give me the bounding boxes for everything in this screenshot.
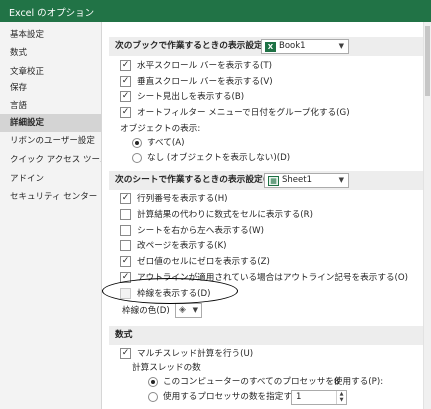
checkbox-checked-icon[interactable]: ✓ [120,256,131,267]
scrollbar-thumb[interactable] [425,26,430,96]
worksheet-icon: ▦ [268,176,279,186]
checkbox-unchecked-icon[interactable] [120,240,131,251]
checkbox-unchecked-icon[interactable] [120,209,131,220]
gridline-color-picker[interactable]: ◈ ▼ [175,303,202,318]
radio-label: なし (オブジェクトを表示しない)(D) [147,153,291,163]
radio-selected-icon[interactable] [132,138,142,148]
option-label: シートを右から左へ表示する(W) [137,226,264,236]
radio-unselected-icon[interactable] [132,153,142,163]
checkbox-unchecked-icon[interactable] [120,225,131,236]
processor-count-spinner[interactable]: 1 ▲ ▼ [291,390,347,405]
chevron-down-icon: ▼ [192,306,198,314]
option-label: オートフィルター メニューで日付をグループ化する(G) [137,108,350,118]
book-select-dropdown[interactable]: X Book1 ▼ [261,39,349,54]
sidebar-item-quick-access-toolbar[interactable]: クイック アクセス ツール バー [0,151,101,169]
processor-count-value: 8 [334,377,340,387]
sheet-select-value: Sheet1 [282,175,312,185]
sidebar: 基本設定 数式 文章校正 保存 言語 詳細設定 リボンのユーザー設定 クイック … [0,22,102,409]
radio-selected-icon[interactable] [148,377,158,387]
radio-label: すべて(A) [147,138,185,148]
option-label: シート見出しを表示する(B) [137,92,245,102]
formulas-section-title: 数式 [115,330,133,340]
paint-bucket-icon: ◈ [179,305,186,315]
chevron-down-icon: ▼ [338,176,344,184]
sidebar-item-trust-center[interactable]: セキュリティ センター [0,188,101,206]
book-display-section-title: 次のブックで作業するときの表示設定(B): [115,41,281,51]
option-label: 行列番号を表示する(H) [137,194,228,204]
radio-unselected-icon[interactable] [148,392,158,402]
checkbox-checked-icon[interactable]: ✓ [120,348,131,359]
option-label: 垂直スクロール バーを表示する(V) [137,77,273,87]
highlight-ellipse-annotation [102,278,238,304]
option-label: 改ページを表示する(K) [137,241,227,251]
chevron-down-icon: ▼ [338,42,344,50]
sidebar-item-formulas[interactable]: 数式 [0,44,101,62]
sidebar-item-language[interactable]: 言語 [0,97,101,115]
excel-workbook-icon: X [265,42,276,52]
sidebar-item-general[interactable]: 基本設定 [0,26,101,44]
option-label: マルチスレッド計算を行う(U) [137,349,254,359]
spinner-arrows-icon[interactable]: ▲ ▼ [336,391,346,404]
checkbox-checked-icon[interactable]: ✓ [120,193,131,204]
sheet-select-dropdown[interactable]: ▦ Sheet1 ▼ [264,173,349,188]
formulas-section-header: 数式 [109,326,423,345]
option-label: 計算結果の代わりに数式をセルに表示する(R) [137,210,313,220]
option-label: ゼロ値のセルにゼロを表示する(Z) [137,257,270,267]
option-label: 水平スクロール バーを表示する(T) [137,61,272,71]
thread-count-label: 計算スレッドの数 [132,363,201,373]
sidebar-item-addins[interactable]: アドイン [0,170,101,188]
checkbox-checked-icon[interactable]: ✓ [120,76,131,87]
objects-display-label: オブジェクトの表示: [120,124,201,134]
gridline-color-label: 枠線の色(D) [122,306,170,316]
book-display-section-header: 次のブックで作業するときの表示設定(B): X Book1 ▼ [109,37,423,56]
checkbox-checked-icon[interactable]: ✓ [120,60,131,71]
window-title: Excel のオプション [9,8,95,19]
sidebar-item-advanced[interactable]: 詳細設定 [0,114,101,132]
book-select-value: Book1 [279,41,306,51]
checkbox-checked-icon[interactable]: ✓ [120,107,131,118]
vertical-scrollbar[interactable] [423,22,431,409]
spinner-value: 1 [296,392,302,402]
sheet-display-section-title: 次のシートで作業するときの表示設定(S): [115,175,281,185]
title-bar: Excel のオプション [0,0,431,22]
sheet-display-section-header: 次のシートで作業するときの表示設定(S): ▦ Sheet1 ▼ [109,171,423,190]
checkbox-checked-icon[interactable]: ✓ [120,91,131,102]
radio-label: このコンピューターのすべてのプロセッサを使用する(P): [163,377,384,387]
options-content-panel: 次のブックで作業するときの表示設定(B): X Book1 ▼ ✓ 水平スクロー… [103,22,431,409]
sidebar-item-save[interactable]: 保存 [0,79,101,97]
sidebar-item-customize-ribbon[interactable]: リボンのユーザー設定 [0,132,101,150]
